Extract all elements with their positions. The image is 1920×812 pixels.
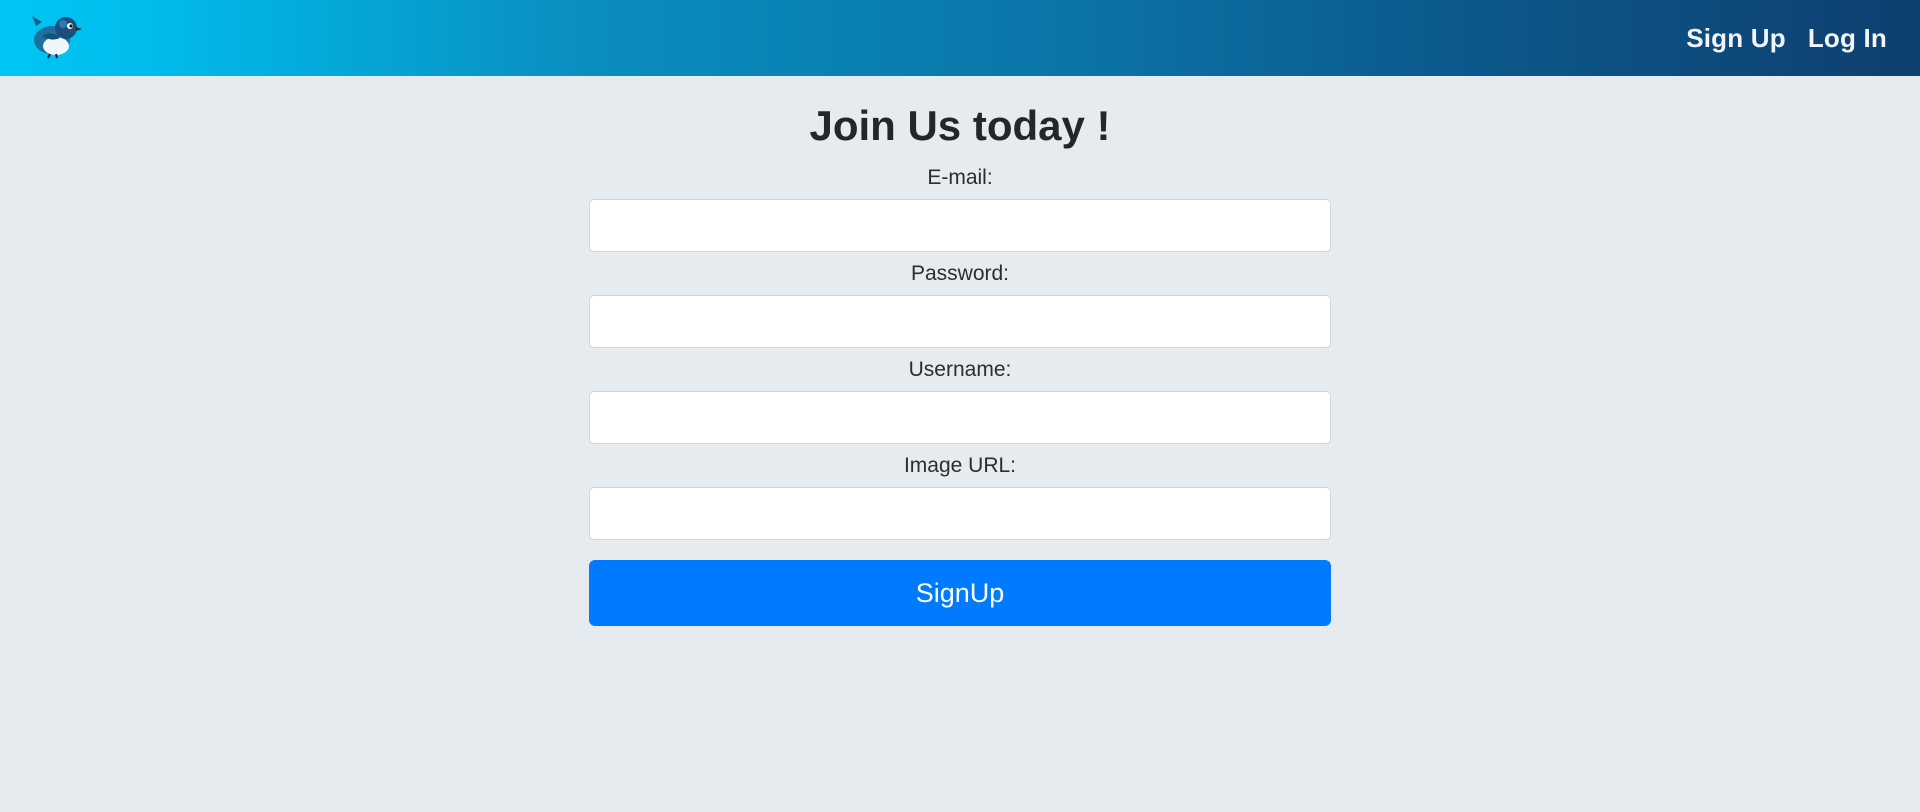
email-field[interactable]: [589, 199, 1331, 252]
signup-submit-button[interactable]: SignUp: [589, 560, 1331, 626]
password-label: Password:: [910, 262, 1010, 285]
nav-links: Sign Up Log In: [1686, 0, 1887, 76]
signup-nav-link[interactable]: Sign Up: [1686, 23, 1786, 54]
password-field[interactable]: [589, 295, 1331, 348]
image-url-field[interactable]: [589, 487, 1331, 540]
bird-logo-icon[interactable]: [30, 12, 82, 60]
image-url-label: Image URL:: [903, 454, 1017, 477]
email-label: E-mail:: [927, 166, 993, 189]
login-nav-link[interactable]: Log In: [1808, 23, 1887, 54]
page-title: Join Us today !: [809, 102, 1111, 149]
username-label: Username:: [908, 358, 1012, 381]
username-field[interactable]: [589, 391, 1331, 444]
signup-form: Join Us today ! E-mail: Password: Userna…: [589, 76, 1331, 626]
navbar: Sign Up Log In: [0, 0, 1920, 76]
